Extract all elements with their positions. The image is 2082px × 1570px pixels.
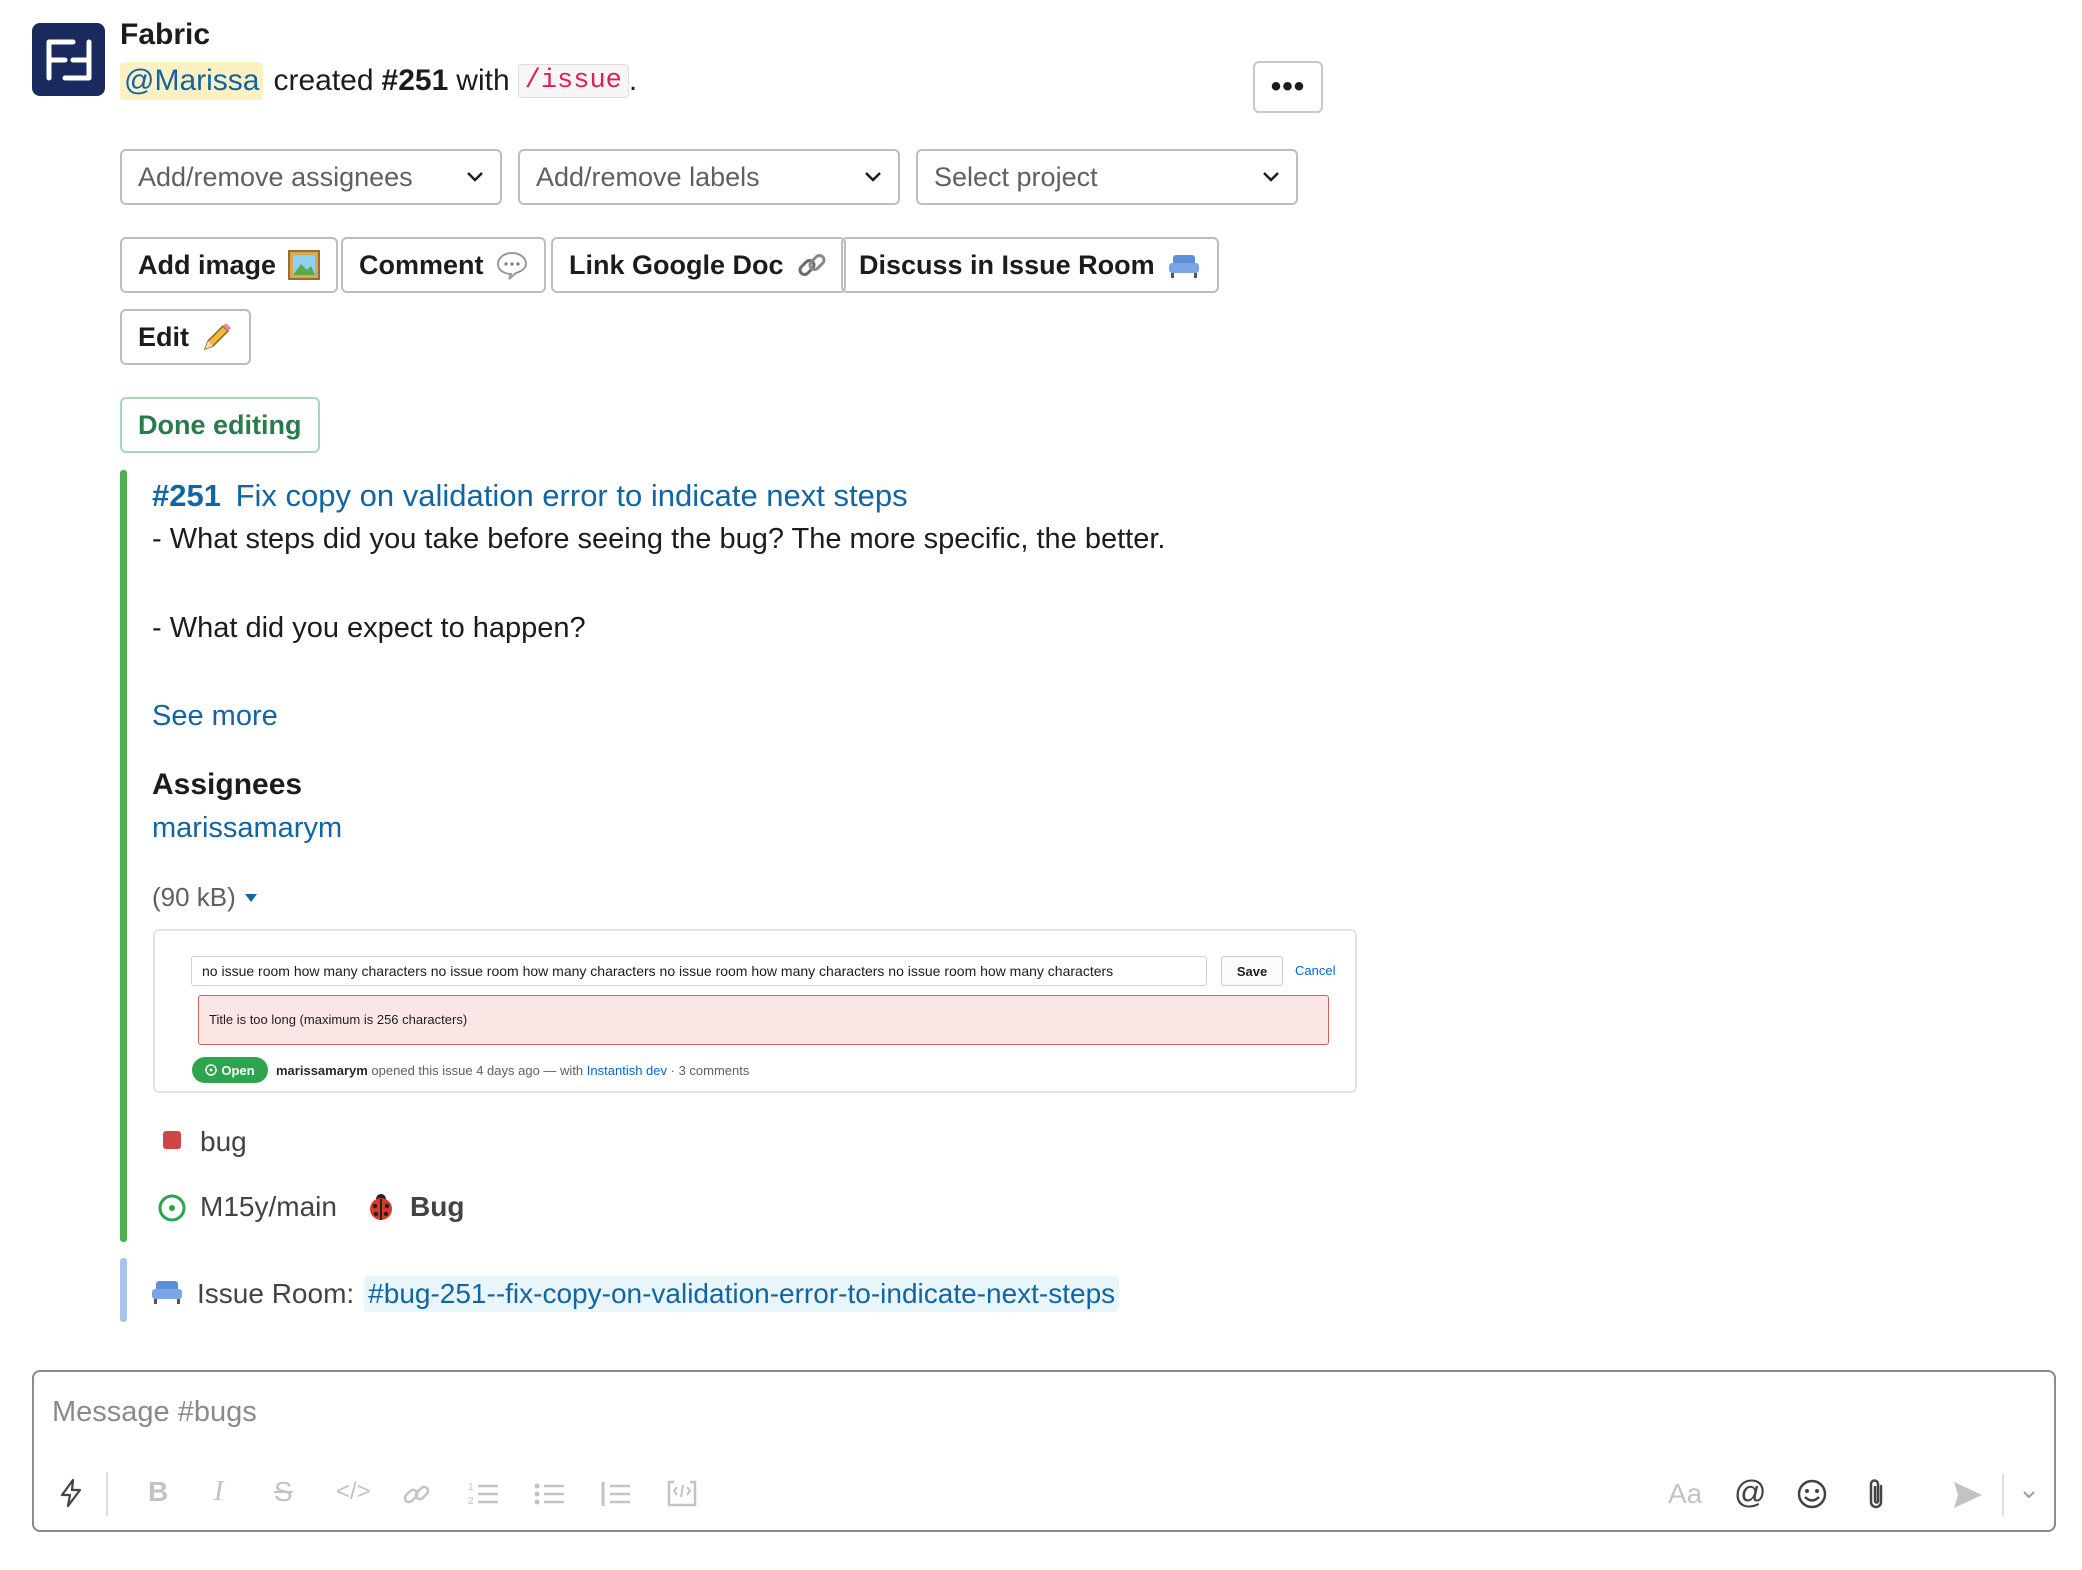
add-image-label: Add image: [138, 249, 277, 280]
image-open-badge: Open: [192, 1057, 268, 1083]
assignee-link[interactable]: marissamarym: [152, 812, 342, 845]
labels-select-placeholder: Add/remove labels: [536, 161, 760, 192]
fabric-logo-icon: [46, 39, 91, 80]
comment-label: Comment: [359, 249, 484, 280]
issue-room-label: Issue Room:: [197, 1278, 355, 1309]
message-headline: @Marissa created #251 with /issue .: [120, 62, 637, 100]
pencil-icon: [203, 323, 231, 351]
headline-with: with: [456, 64, 510, 97]
issue-room-channel-link[interactable]: #bug-251--fix-copy-on-validation-error-t…: [364, 1276, 1120, 1312]
headline-period: .: [628, 64, 638, 97]
code-block-icon[interactable]: [666, 1478, 698, 1508]
assignees-title: Assignees: [152, 768, 303, 801]
message-input[interactable]: Message #bugs: [52, 1396, 257, 1429]
issue-title: Fix copy on validation error to indicate…: [235, 478, 908, 513]
done-editing-button[interactable]: Done editing: [120, 397, 320, 453]
paperclip-icon[interactable]: [1864, 1476, 1888, 1512]
image-save-button: Save: [1221, 956, 1283, 986]
couch-icon: [152, 1281, 182, 1304]
app-name[interactable]: Fabric: [120, 18, 210, 52]
formatting-aa-icon[interactable]: Aa: [1668, 1478, 1702, 1510]
labels-select[interactable]: Add/remove labels: [518, 149, 900, 205]
attachment-image[interactable]: no issue room how many characters no iss…: [153, 929, 1357, 1093]
discuss-in-issue-room-button[interactable]: Discuss in Issue Room: [841, 237, 1219, 293]
link-icon[interactable]: [402, 1480, 432, 1510]
project-select-placeholder: Select project: [934, 161, 1098, 192]
edit-button[interactable]: Edit: [120, 309, 251, 365]
composer-toolbar: B I S </> 1 2 Aa @: [34, 1464, 2054, 1530]
issue-number: #251: [152, 478, 221, 513]
project-select[interactable]: Select project: [916, 149, 1298, 205]
discuss-label: Discuss in Issue Room: [859, 249, 1155, 280]
strikethrough-icon[interactable]: S: [274, 1476, 293, 1508]
svg-text:1: 1: [468, 1482, 474, 1493]
italic-icon[interactable]: I: [214, 1476, 223, 1508]
issue-label: bug: [200, 1126, 247, 1157]
more-icon: •••: [1270, 70, 1306, 103]
link-google-doc-label: Link Google Doc: [569, 249, 784, 280]
chevron-down-icon: [865, 172, 881, 182]
numbered-list-icon[interactable]: 1 2: [468, 1480, 500, 1508]
link-google-doc-button[interactable]: Link Google Doc: [551, 237, 846, 293]
label-color-swatch: [163, 1131, 181, 1149]
code-icon[interactable]: </>: [336, 1478, 371, 1506]
image-open-label: Open: [221, 1062, 255, 1078]
image-app-link: Instantish dev: [586, 1063, 668, 1078]
issue-type: Bug: [410, 1191, 465, 1222]
image-cancel-link: Cancel: [1295, 963, 1336, 978]
repo-status-icon: [158, 1194, 186, 1222]
bold-icon[interactable]: B: [148, 1476, 168, 1508]
couch-icon: [1168, 255, 1199, 278]
chevron-down-icon: [1263, 172, 1279, 182]
image-meta-text: opened this issue 4 days ago — with: [371, 1063, 584, 1078]
message-composer: Message #bugs B I S </> 1 2 Aa @: [32, 1370, 2056, 1532]
mention-at-icon[interactable]: @: [1734, 1474, 1766, 1511]
attachment-accent-bar: [120, 470, 127, 1242]
repo-name: M15y/main: [200, 1191, 337, 1222]
assignees-select[interactable]: Add/remove assignees: [120, 149, 502, 205]
issue-ref: #251: [381, 64, 449, 97]
attachment-size-toggle[interactable]: (90 kB): [152, 882, 258, 913]
attachment-size: (90 kB): [152, 882, 236, 912]
issue-room-accent-bar: [120, 1258, 127, 1322]
ladybug-icon: [370, 1194, 392, 1220]
send-icon[interactable]: [1952, 1480, 1984, 1510]
chevron-down-icon[interactable]: [2022, 1490, 2036, 1500]
issue-open-icon: [205, 1064, 218, 1076]
image-author: marissamarym: [276, 1063, 368, 1078]
chevron-down-icon: [467, 172, 483, 182]
svg-text:2: 2: [468, 1496, 474, 1507]
more-actions-button[interactable]: •••: [1253, 61, 1323, 113]
link-icon: [798, 254, 825, 276]
lightning-icon: [60, 1478, 82, 1508]
toolbar-divider: [106, 1472, 108, 1516]
edit-label: Edit: [138, 321, 189, 352]
add-image-button[interactable]: Add image: [120, 237, 339, 293]
emoji-icon[interactable]: [1796, 1478, 1828, 1510]
caret-down-icon: [244, 893, 257, 902]
bulleted-list-icon[interactable]: [534, 1480, 566, 1508]
issue-title-link[interactable]: #251 Fix copy on validation error to ind…: [152, 478, 908, 514]
assignees-select-placeholder: Add/remove assignees: [138, 161, 413, 192]
headline-text: created: [273, 64, 374, 97]
issue-body-line: - What did you expect to happen?: [152, 612, 586, 644]
comment-button[interactable]: Comment: [341, 237, 546, 293]
image-comments: · 3 comments: [670, 1063, 750, 1078]
image-error-box: Title is too long (maximum is 256 charac…: [198, 995, 1329, 1045]
image-title-input: no issue room how many characters no iss…: [191, 956, 1207, 986]
shortcuts-lightning-icon[interactable]: [58, 1478, 84, 1516]
blockquote-icon[interactable]: [600, 1480, 632, 1508]
image-issue-meta: marissamarym opened this issue 4 days ag…: [276, 1063, 749, 1078]
issue-body-line: - What steps did you take before seeing …: [152, 523, 1166, 555]
issue-room-line: Issue Room: #bug-251--fix-copy-on-valida…: [197, 1276, 1120, 1312]
framed-picture-icon: [288, 250, 321, 280]
app-avatar[interactable]: [32, 23, 105, 96]
speech-bubble-icon: [496, 251, 527, 280]
slash-command: /issue: [517, 64, 629, 98]
user-mention[interactable]: @Marissa: [120, 62, 264, 100]
send-divider: [2002, 1474, 2004, 1516]
see-more-link[interactable]: See more: [152, 700, 278, 733]
